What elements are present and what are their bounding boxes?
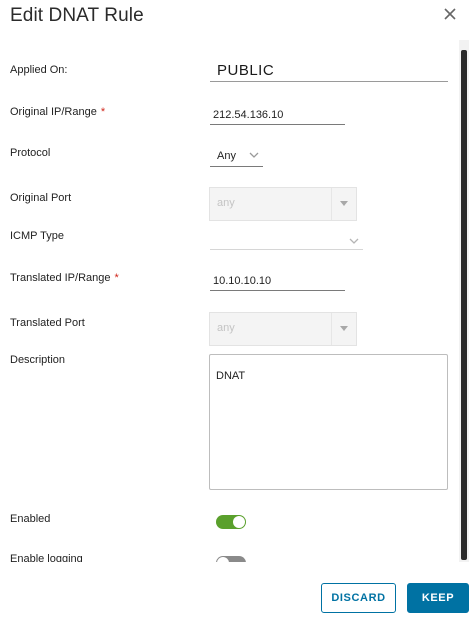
required-mark: * <box>114 272 119 284</box>
icmp-type-label: ICMP Type <box>10 230 65 242</box>
protocol-select-value: Any <box>217 150 236 162</box>
scrollbar-thumb[interactable] <box>461 50 467 560</box>
chevron-down-icon <box>249 152 259 158</box>
keep-button[interactable]: KEEP <box>407 583 469 613</box>
original-port-value: any <box>217 197 235 209</box>
enabled-toggle[interactable] <box>216 515 246 529</box>
description-textarea[interactable]: DNAT <box>209 354 448 490</box>
icmp-type-select[interactable] <box>210 231 363 250</box>
dialog-title: Edit DNAT Rule <box>10 5 144 26</box>
translated-ip-input[interactable] <box>210 273 345 291</box>
protocol-label: Protocol <box>10 147 51 159</box>
protocol-select[interactable]: Any <box>210 148 263 167</box>
translated-port-caret-box <box>331 313 356 345</box>
applied-on-label: Applied On: <box>10 64 68 76</box>
toggle-knob <box>233 516 245 528</box>
discard-button[interactable]: DISCARD <box>321 583 396 613</box>
original-ip-label: Original IP/Range * <box>10 106 105 118</box>
translated-port-select: any <box>209 312 357 346</box>
original-port-caret-box <box>331 188 356 220</box>
translated-ip-label: Translated IP/Range * <box>10 272 119 284</box>
chevron-down-icon <box>349 238 359 244</box>
applied-on-value: PUBLIC <box>210 62 448 82</box>
original-port-select: any <box>209 187 357 221</box>
enabled-label: Enabled <box>10 513 51 525</box>
close-icon[interactable] <box>440 4 460 24</box>
translated-port-label: Translated Port <box>10 317 85 329</box>
original-ip-label-text: Original IP/Range <box>10 106 97 118</box>
dialog-footer: DISCARD KEEP <box>0 562 474 619</box>
translated-port-value: any <box>217 322 235 334</box>
dialog-form-body[interactable]: Applied On: PUBLIC Original IP/Range* Pr… <box>0 40 474 562</box>
required-mark: * <box>100 106 106 118</box>
translated-ip-label-text: Translated IP/Range <box>10 272 111 284</box>
original-port-label: Original Port <box>10 192 72 204</box>
original-ip-input[interactable] <box>210 107 345 125</box>
caret-down-icon <box>340 201 348 206</box>
caret-down-icon <box>340 326 348 331</box>
enable-logging-label: Enable logging <box>10 553 83 562</box>
description-label: Description <box>10 354 66 366</box>
edit-dnat-rule-dialog: Edit DNAT Rule Applied On: PUBLIC Origin… <box>0 0 474 619</box>
